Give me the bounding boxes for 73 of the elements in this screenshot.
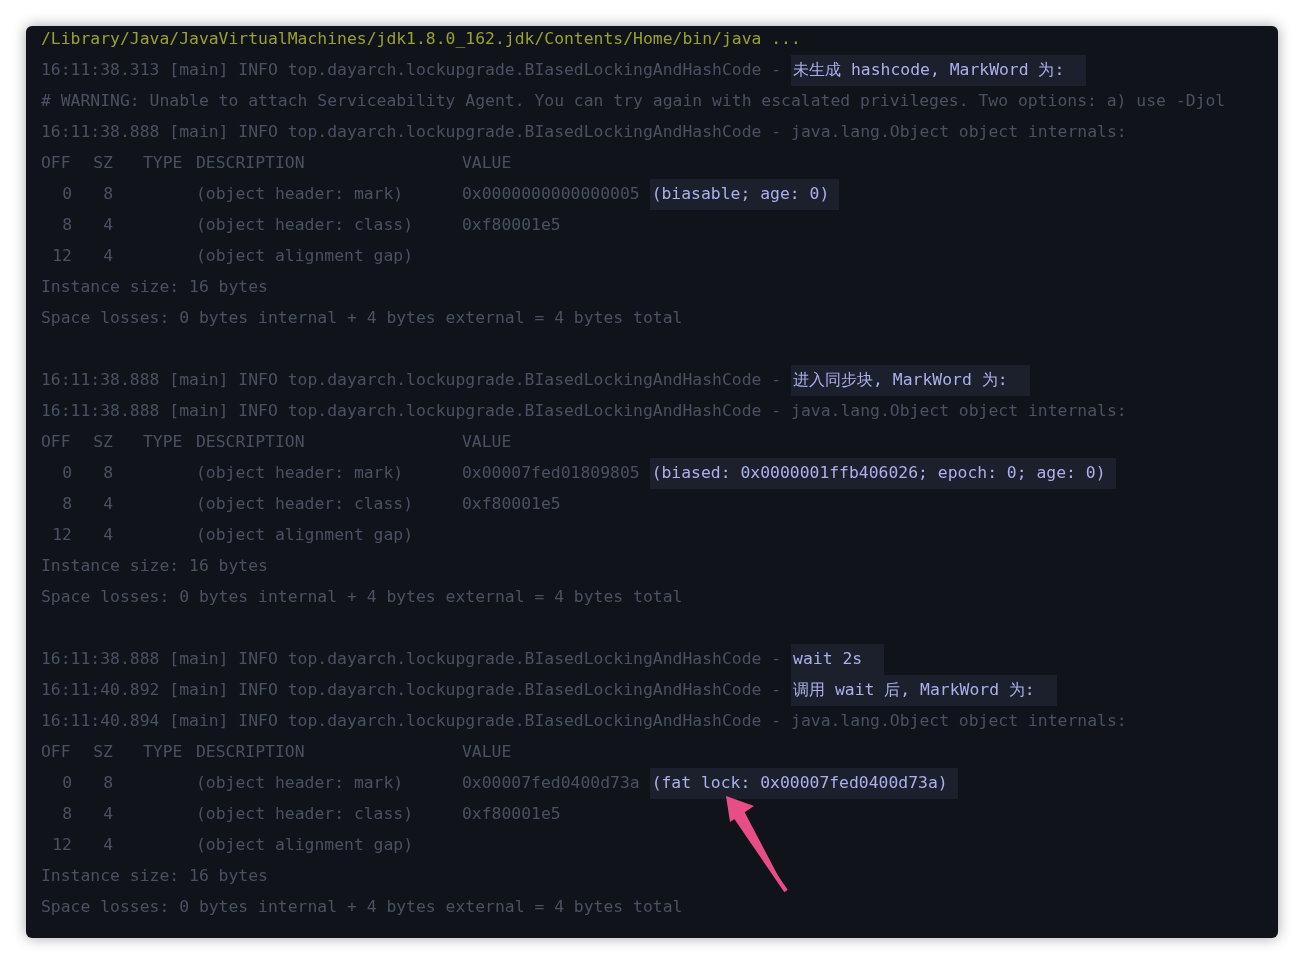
summary-line: Instance size: 16 bytes (41, 865, 268, 888)
column-header: DESCRIPTION (196, 431, 306, 454)
table-cell-text: 4 (102, 803, 113, 826)
log-message: java.lang.Object object internals: (791, 121, 1127, 144)
table-cell-text: 4 (102, 834, 113, 857)
table-cell-text: 8 (61, 493, 72, 516)
column-header: OFF (41, 152, 72, 175)
table-cell-text: 8 (61, 803, 72, 826)
log-prefix: 16:11:38.888 [main] INFO top.dayarch.lockupgrade.BIasedLockingAndHashCode - (41, 369, 782, 392)
table-cell-text: 0xf80001e5 (462, 493, 561, 516)
column-header: SZ (92, 152, 113, 175)
table-cell-text: 0x00007fed01809805 (462, 462, 640, 485)
column-header: SZ (92, 741, 113, 764)
log-prefix: 16:11:40.894 [main] INFO top.dayarch.lockupgrade.BIasedLockingAndHashCode - (41, 710, 782, 733)
log-message: java.lang.Object object internals: (791, 400, 1127, 423)
table-cell-text: 0xf80001e5 (462, 214, 561, 237)
column-header: OFF (41, 741, 72, 764)
table-cell-text: (object alignment gap) (196, 834, 415, 857)
table-cell-text: (object header: mark) (196, 772, 405, 795)
table-cell-text: 8 (102, 772, 113, 795)
table-cell-text: 0x00007fed0400d73a (462, 772, 640, 795)
table-cell-text: 8 (61, 214, 72, 237)
table-cell-text: (object header: class) (196, 803, 415, 826)
log-prefix: 16:11:40.892 [main] INFO top.dayarch.lockupgrade.BIasedLockingAndHashCode - (41, 679, 782, 702)
highlighted-note: (fat lock: 0x00007fed0400d73a) (649, 768, 958, 799)
summary-line: Space losses: 0 bytes internal + 4 bytes external = 4 bytes total (41, 307, 683, 330)
column-header: DESCRIPTION (196, 741, 306, 764)
table-cell-text: 12 (51, 524, 72, 547)
column-header: TYPE (143, 741, 184, 764)
table-cell-text: 0 (61, 772, 72, 795)
summary-line: Instance size: 16 bytes (41, 555, 268, 578)
table-cell-text: (object alignment gap) (196, 524, 415, 547)
column-header: OFF (41, 431, 72, 454)
table-cell-text: (object header: class) (196, 214, 415, 237)
table-cell-text: 4 (102, 214, 113, 237)
table-cell-text: (object header: mark) (196, 183, 405, 206)
log-message: java.lang.Object object internals: (791, 710, 1127, 733)
column-header: VALUE (462, 431, 512, 454)
highlighted-note: (biased: 0x0000001ffb406026; epoch: 0; age: 0) (649, 458, 1116, 489)
highlighted-message: 未生成 hashcode, MarkWord 为: (791, 55, 1087, 86)
highlighted-message: 调用 wait 后, MarkWord 为: (791, 675, 1057, 706)
column-header: VALUE (462, 741, 512, 764)
summary-line: Space losses: 0 bytes internal + 4 bytes external = 4 bytes total (41, 896, 683, 919)
log-prefix: 16:11:38.888 [main] INFO top.dayarch.lockupgrade.BIasedLockingAndHashCode - (41, 400, 782, 423)
table-cell-text: 12 (51, 245, 72, 268)
table-cell-text: 12 (51, 834, 72, 857)
column-header: TYPE (143, 152, 184, 175)
log-prefix: 16:11:38.888 [main] INFO top.dayarch.lockupgrade.BIasedLockingAndHashCode - (41, 121, 782, 144)
log-prefix: 16:11:38.888 [main] INFO top.dayarch.lockupgrade.BIasedLockingAndHashCode - (41, 648, 782, 671)
highlighted-message: wait 2s (791, 644, 885, 675)
column-header: VALUE (462, 152, 512, 175)
table-cell-text: 0 (61, 462, 72, 485)
column-header: DESCRIPTION (196, 152, 306, 175)
table-cell-text: 8 (102, 183, 113, 206)
highlighted-message: 进入同步块, MarkWord 为: (791, 365, 1030, 396)
table-cell-text: 4 (102, 524, 113, 547)
table-cell-text: 4 (102, 245, 113, 268)
column-header: SZ (92, 431, 113, 454)
table-cell-text: 8 (102, 462, 113, 485)
table-cell-text: 0xf80001e5 (462, 803, 561, 826)
log-prefix: 16:11:38.313 [main] INFO top.dayarch.lockupgrade.BIasedLockingAndHashCode - (41, 59, 782, 82)
table-cell-text: 4 (102, 493, 113, 516)
table-cell-text: 0x0000000000000005 (462, 183, 640, 206)
command-path: /Library/Java/JavaVirtualMachines/jdk1.8.0_162.jdk/Contents/Home/bin/java ... (41, 28, 801, 51)
highlighted-note: (biasable; age: 0) (649, 179, 840, 210)
table-cell-text: (object header: mark) (196, 462, 405, 485)
table-cell-text: (object alignment gap) (196, 245, 415, 268)
table-cell-text: (object header: class) (196, 493, 415, 516)
table-cell-text: 0 (61, 183, 72, 206)
summary-line: Space losses: 0 bytes internal + 4 bytes external = 4 bytes total (41, 586, 683, 609)
column-header: TYPE (143, 431, 184, 454)
summary-line: Instance size: 16 bytes (41, 276, 268, 299)
warning-line: # WARNING: Unable to attach Serviceability Agent. You can try again with escalated privileges. Two options: a) use -Djol (41, 90, 1226, 113)
